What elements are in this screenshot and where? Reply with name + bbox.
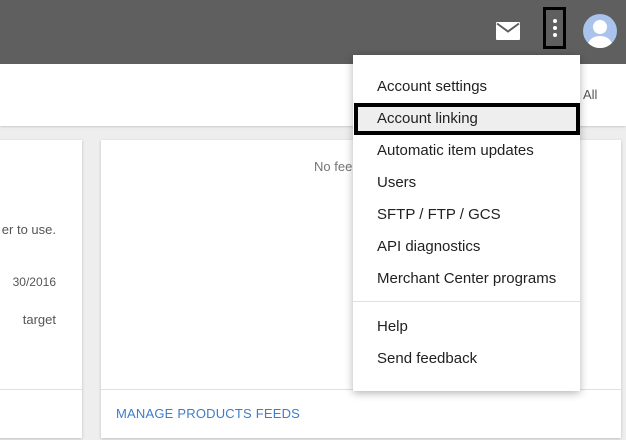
manage-products-feeds-link[interactable]: MANAGE PRODUCTS FEEDS: [116, 406, 300, 421]
mail-icon: [496, 22, 520, 40]
menu-divider: [353, 301, 580, 302]
all-link[interactable]: All: [583, 87, 597, 102]
person-icon: [588, 20, 612, 48]
menu-item-sftp-ftp-gcs[interactable]: SFTP / FTP / GCS: [353, 199, 580, 231]
left-card-text: er to use.: [1, 222, 56, 237]
more-vert-icon-dot: [552, 26, 557, 30]
account-avatar[interactable]: [583, 14, 617, 48]
mail-button[interactable]: [494, 18, 522, 44]
menu-item-merchant-center-programs[interactable]: Merchant Center programs: [353, 263, 580, 295]
menu-item-account-linking[interactable]: Account linking: [354, 103, 580, 135]
menu-item-api-diagnostics[interactable]: API diagnostics: [353, 231, 580, 263]
menu-item-help[interactable]: Help: [353, 311, 580, 343]
card-divider: [0, 389, 82, 390]
more-vert-icon-dot: [552, 33, 557, 37]
more-vert-icon: [552, 19, 557, 23]
left-card-text: target: [22, 312, 56, 327]
empty-feeds-text: No fee: [314, 159, 353, 174]
settings-dropdown-menu: Account settings Account linking Automat…: [353, 55, 580, 391]
menu-item-account-settings[interactable]: Account settings: [353, 71, 580, 103]
more-options-button[interactable]: [543, 7, 566, 49]
menu-item-users[interactable]: Users: [353, 167, 580, 199]
left-card: er to use. 30/2016 target: [0, 140, 82, 438]
left-card-date: 30/2016: [12, 275, 56, 289]
menu-item-automatic-item-updates[interactable]: Automatic item updates: [353, 135, 580, 167]
menu-item-send-feedback[interactable]: Send feedback: [353, 343, 580, 375]
